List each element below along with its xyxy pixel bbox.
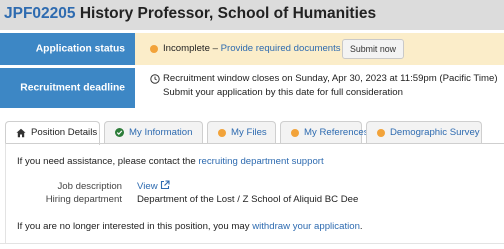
help-text: If you need assistance, please contact t… [17,156,324,167]
recruitment-deadline-value: Recruitment window closes on Sunday, Apr… [135,68,504,108]
tab-label: My Files [231,127,267,138]
orange-dot-icon [377,128,385,137]
tab-demographic-survey[interactable]: Demographic Survey [366,121,482,143]
page-title: JPF02205 History Professor, School of Hu… [4,5,376,23]
deadline-text: Recruitment window closes on Sunday, Apr… [163,73,498,84]
job-description-label: Job description [57,181,122,192]
application-status-value: Incomplete – Provide required documents … [135,33,504,65]
incomplete-dot-icon [150,45,158,53]
view-job-description-link[interactable]: View [137,180,170,192]
application-status-label: Application status [0,33,135,65]
status-text: Incomplete – Provide required documents [163,43,341,54]
tab-my-references[interactable]: My References [280,121,369,143]
recruitment-deadline-label: Recruitment deadline [0,68,135,108]
application-status-row: Application status Incomplete – Provide … [0,33,504,65]
divider [0,243,504,244]
clock-icon [150,74,160,84]
job-title: History Professor, School of Humanities [79,5,377,22]
external-link-icon [160,180,170,190]
deadline-note: Submit your application by this date for… [163,87,403,98]
provide-documents-link[interactable]: Provide required documents [221,43,341,54]
tab-position-details[interactable]: Position Details [5,121,100,145]
job-description-value: View [137,180,170,192]
submit-now-button[interactable]: Submit now [342,39,404,59]
hiring-department-value: Department of the Lost / Z School of Ali… [137,194,359,205]
tab-label: My Information [129,127,193,138]
withdraw-application-link[interactable]: withdraw your application [252,221,360,232]
status-separator: – [209,43,221,54]
status-state: Incomplete [163,43,210,54]
position-details-panel: If you need assistance, please contact t… [5,143,504,243]
recruitment-deadline-row: Recruitment deadline Recruitment window … [0,68,504,108]
orange-dot-icon [291,128,299,137]
job-id: JPF02205 [4,5,76,22]
recruiting-support-link[interactable]: recruiting department support [198,156,323,167]
tab-label: Position Details [31,127,98,138]
hiring-department-label: Hiring department [45,194,122,205]
tab-label: Demographic Survey [390,127,480,138]
page-header: JPF02205 History Professor, School of Hu… [0,0,504,30]
tab-my-information[interactable]: My Information [104,121,203,143]
application-tabs: Position Details My Information My Files… [5,121,504,145]
check-circle-icon [115,128,124,137]
home-icon [16,128,26,137]
withdraw-text: If you are no longer interested in this … [17,221,363,232]
tab-my-files[interactable]: My Files [207,121,276,143]
tab-label: My References [304,127,369,138]
orange-dot-icon [218,128,226,137]
